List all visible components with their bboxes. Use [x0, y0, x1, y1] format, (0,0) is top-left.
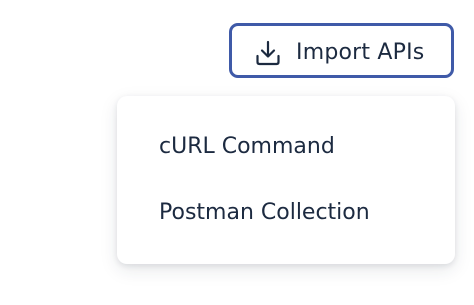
- import-panel: Import APIs cURL Command Postman Collect…: [0, 0, 474, 305]
- menu-item-postman-collection[interactable]: Postman Collection: [159, 199, 370, 227]
- import-apis-button[interactable]: Import APIs: [229, 23, 454, 78]
- menu-item-curl-command[interactable]: cURL Command: [159, 133, 335, 161]
- import-apis-label: Import APIs: [296, 40, 425, 65]
- import-dropdown-menu: cURL Command Postman Collection: [117, 96, 455, 264]
- download-icon: [256, 40, 280, 66]
